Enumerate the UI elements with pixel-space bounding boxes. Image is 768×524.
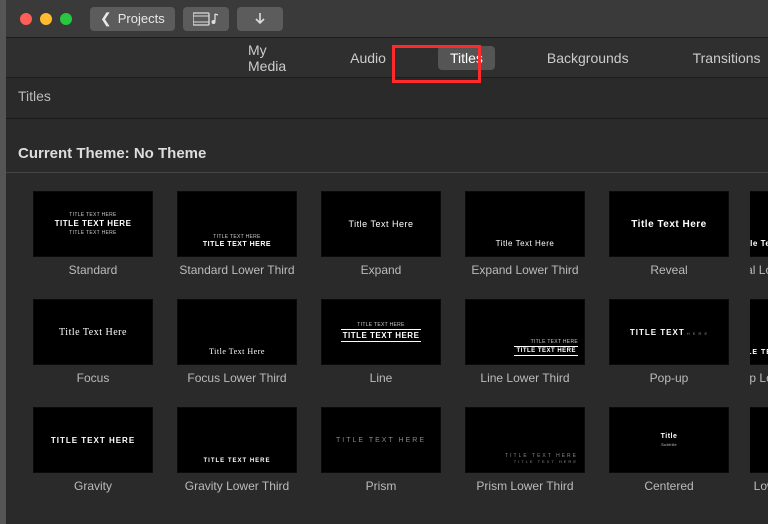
- title-tile-line-lower-third[interactable]: TITLE TEXT HERE TITLE TEXT HERE Line Low…: [462, 299, 588, 401]
- close-icon[interactable]: [20, 13, 32, 25]
- title-tile-line[interactable]: TITLE TEXT HERE TITLE TEXT HERE Line: [318, 299, 444, 401]
- tab-transitions[interactable]: Transitions: [681, 46, 768, 70]
- title-tile-expand[interactable]: Title Text Here Expand: [318, 191, 444, 293]
- download-arrow-icon: [253, 12, 267, 26]
- title-tile-lower[interactable]: Title Lower: [750, 407, 768, 509]
- title-tile-centered[interactable]: Title Subtitle Centered: [606, 407, 732, 509]
- title-tile-gravity-lower-third[interactable]: TITLE TEXT HERE Gravity Lower Third: [174, 407, 300, 509]
- title-tile-popup[interactable]: TITLE TEXT H E R E Pop-up: [606, 299, 732, 401]
- top-toolbar: ❮ Projects: [6, 0, 768, 38]
- title-tile-reveal[interactable]: Title Text Here Reveal: [606, 191, 732, 293]
- back-to-projects-button[interactable]: ❮ Projects: [90, 7, 175, 31]
- title-tile-standard-lower-third[interactable]: TITLE TEXT HERE TITLE TEXT HERE Standard…: [174, 191, 300, 293]
- tab-my-media[interactable]: My Media: [236, 38, 298, 78]
- minimize-icon[interactable]: [40, 13, 52, 25]
- import-button[interactable]: [237, 7, 283, 31]
- section-heading: Titles: [6, 78, 768, 119]
- filmstrip-music-icon: [193, 12, 219, 26]
- titles-grid: TITLE TEXT HERE TITLE TEXT HERE TITLE TE…: [6, 173, 768, 509]
- title-tile-focus-lower-third[interactable]: Title Text Here Focus Lower Third: [174, 299, 300, 401]
- title-tile-focus[interactable]: Title Text Here Focus: [30, 299, 156, 401]
- theme-heading: Current Theme: No Theme: [6, 119, 768, 173]
- title-tile-reveal-lower-third[interactable]: Title Text Here Reveal Lower Third: [750, 191, 768, 293]
- content-tabs: My Media Audio Titles Backgrounds Transi…: [6, 38, 768, 78]
- media-filter-button[interactable]: [183, 7, 229, 31]
- tab-backgrounds[interactable]: Backgrounds: [535, 46, 641, 70]
- title-tile-prism-lower-third[interactable]: TITLE TEXT HERE TITLE TEXT HERE Prism Lo…: [462, 407, 588, 509]
- title-tile-standard[interactable]: TITLE TEXT HERE TITLE TEXT HERE TITLE TE…: [30, 191, 156, 293]
- chevron-left-icon: ❮: [100, 10, 112, 27]
- title-tile-expand-lower-third[interactable]: Title Text Here Expand Lower Third: [462, 191, 588, 293]
- zoom-icon[interactable]: [60, 13, 72, 25]
- window-controls: [16, 13, 72, 25]
- back-label: Projects: [118, 11, 165, 26]
- title-tile-prism[interactable]: TITLE TEXT HERE Prism: [318, 407, 444, 509]
- title-tile-popup-lower-third[interactable]: TITLE TEXT H E R E Pop-up Lower Third: [750, 299, 768, 401]
- tab-audio[interactable]: Audio: [338, 46, 398, 70]
- title-tile-gravity[interactable]: TITLE TEXT HERE Gravity: [30, 407, 156, 509]
- tab-titles[interactable]: Titles: [438, 46, 495, 70]
